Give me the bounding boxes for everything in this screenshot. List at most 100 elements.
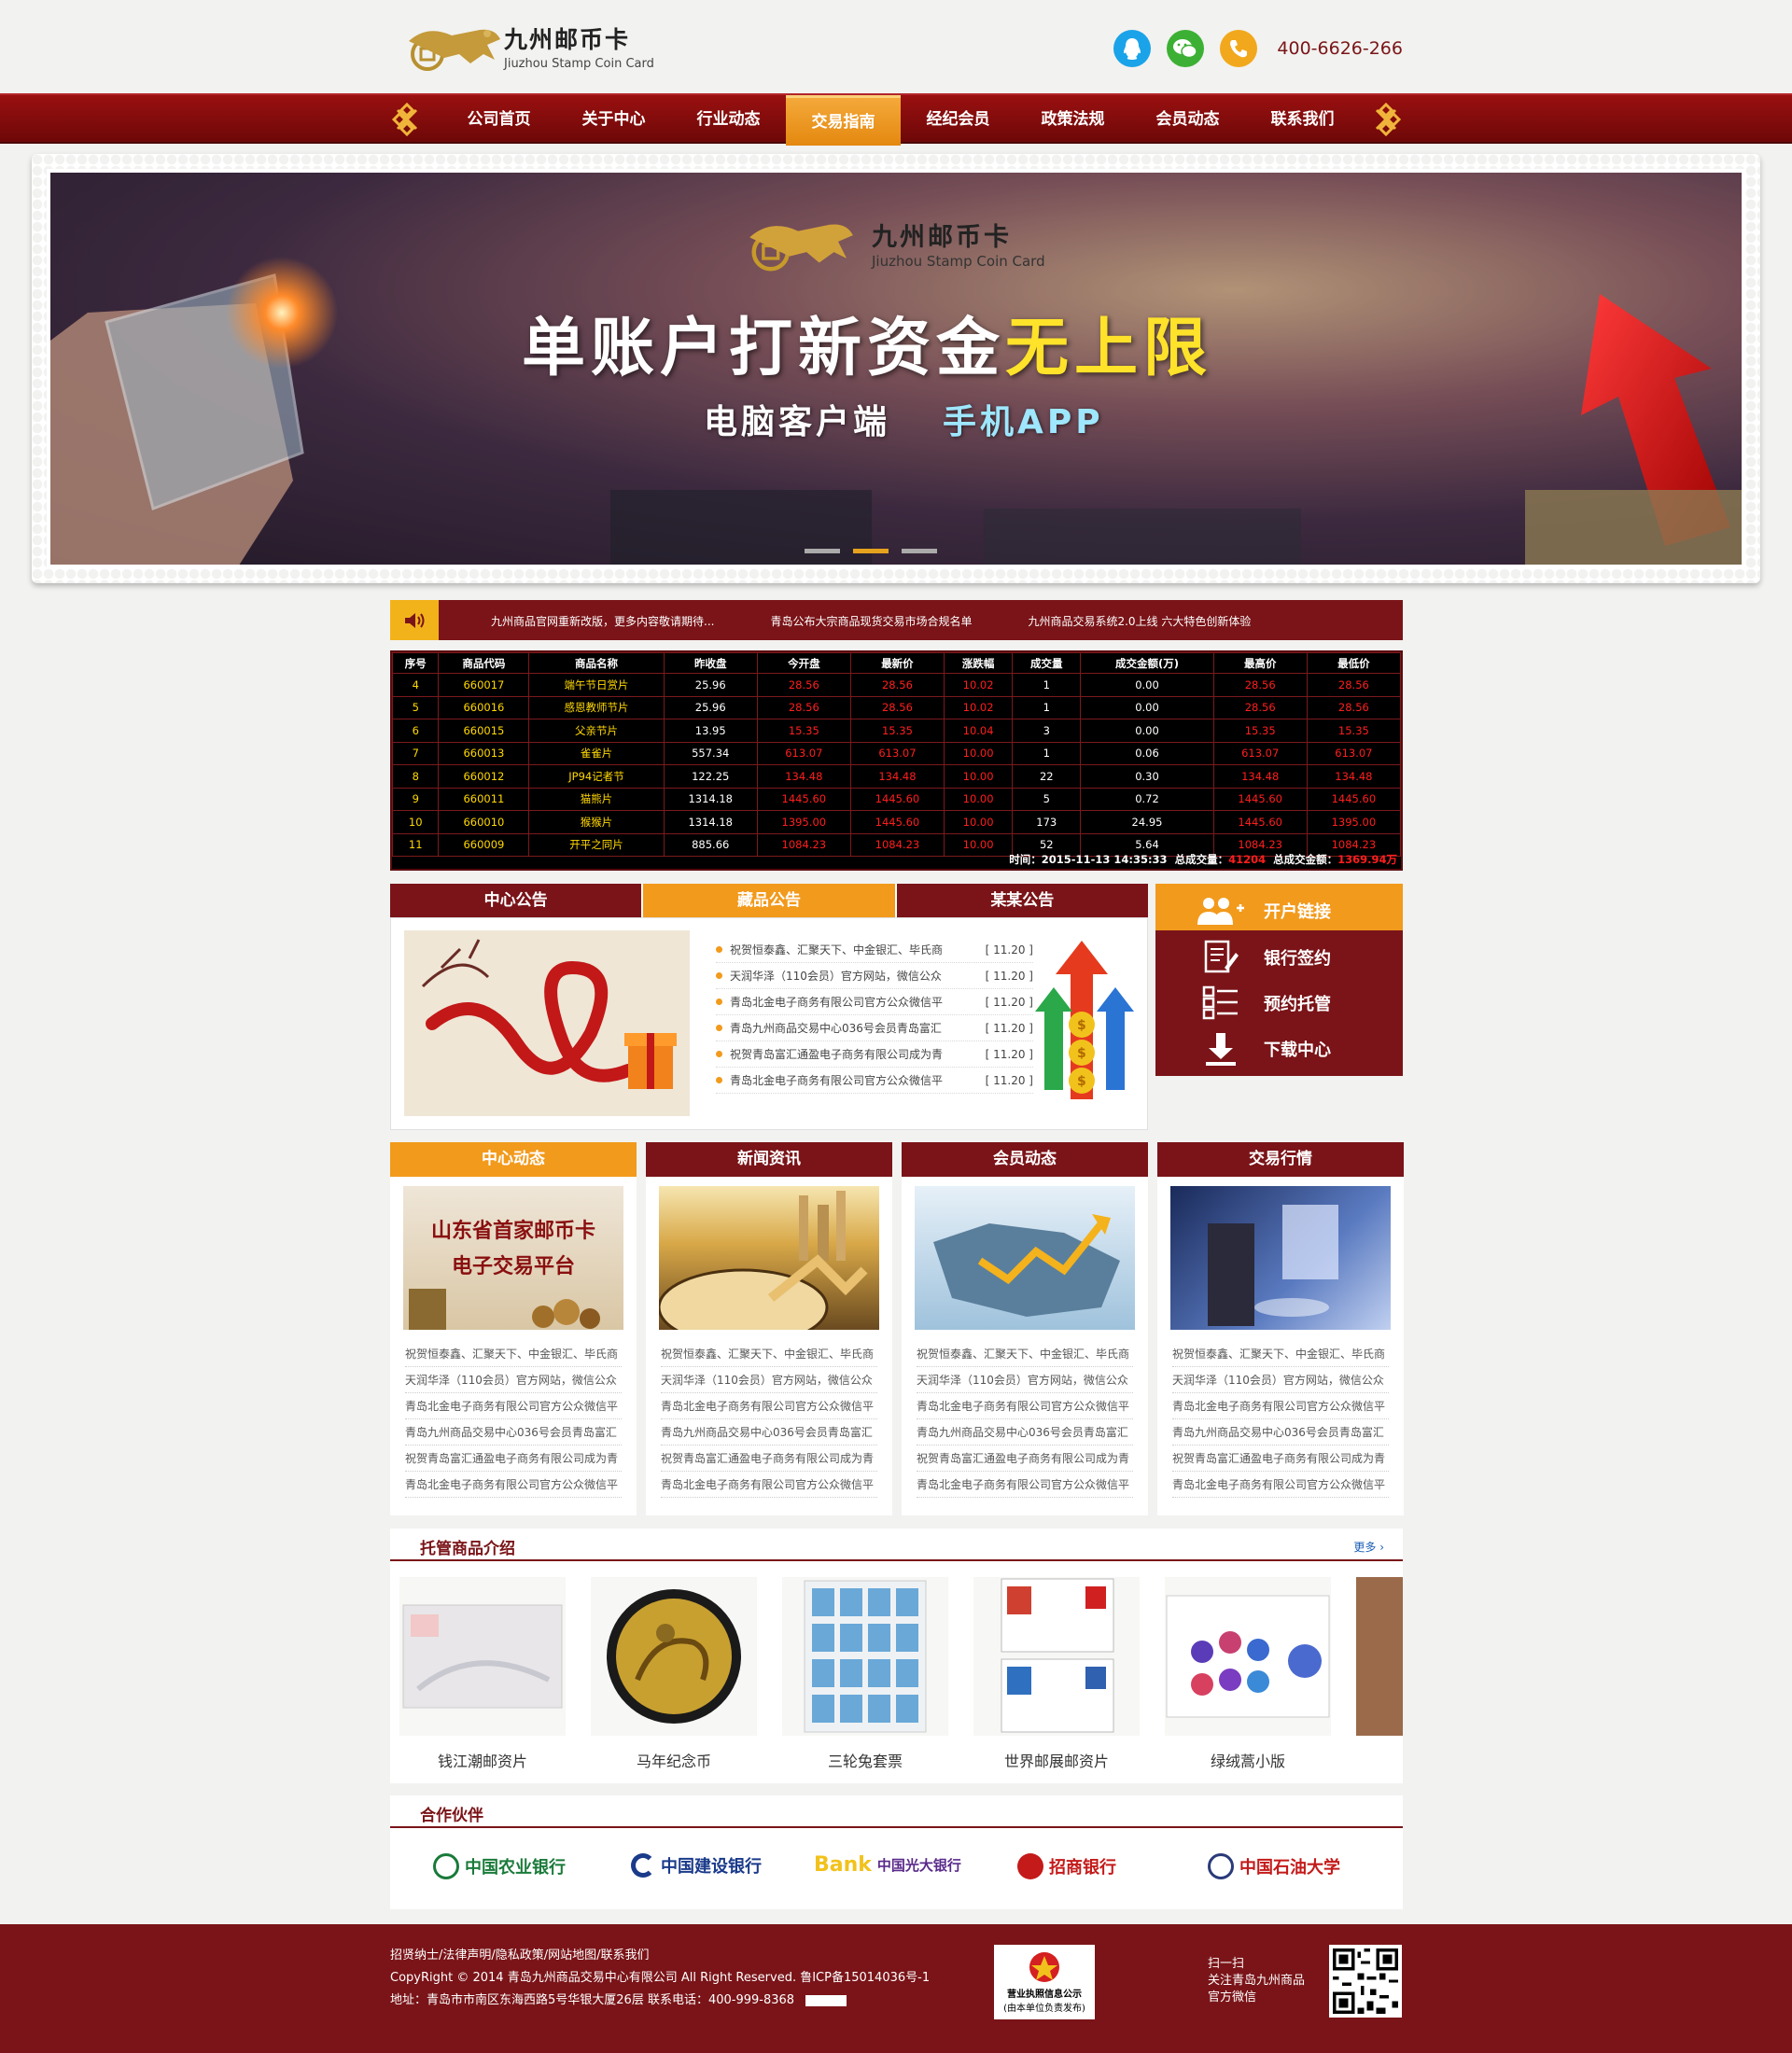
wechat-icon[interactable] xyxy=(1167,30,1205,67)
column-list-item[interactable]: 青岛九州商品交易中心036号会员青岛富汇 xyxy=(917,1419,1133,1445)
column-title[interactable]: 新闻资讯 xyxy=(646,1142,892,1177)
cnzz-badge-icon[interactable] xyxy=(805,1994,847,2006)
column-market: 交易行情 祝贺恒泰鑫、汇聚天下、中金银汇、毕氏商 天润华泽（110会员）官方网站，… xyxy=(1157,1142,1404,1515)
column-list-item[interactable]: 祝贺青岛富汇通盈电子商务有限公司成为青 xyxy=(917,1445,1133,1472)
column-list-item[interactable]: 天润华泽（110会员）官方网站，微信公众 xyxy=(405,1367,622,1393)
column-list-item[interactable]: 青岛北金电子商务有限公司官方公众微信平 xyxy=(405,1393,622,1419)
quote-row[interactable]: 8 660012 JP94记者节 122.25 134.48 134.48 10.00 22 0… xyxy=(391,764,1402,789)
product-image[interactable] xyxy=(591,1577,757,1736)
product-image[interactable] xyxy=(973,1577,1140,1736)
site-logo[interactable]: 九州邮币卡 Jiuzhou Stamp Coin Card xyxy=(390,17,654,75)
nav-item-3[interactable]: 交易指南 xyxy=(786,95,901,146)
nav-item-7[interactable]: 联系我们 xyxy=(1245,95,1360,146)
notice-item[interactable]: 青岛九州商品交易中心036号会员青岛富汇 [ 11.20 ] xyxy=(716,1015,1033,1041)
column-list-item[interactable]: 祝贺青岛富汇通盈电子商务有限公司成为青 xyxy=(405,1445,622,1472)
footer-links[interactable]: 招贤纳士/法律声明/隐私政策/网站地图/联系我们 xyxy=(390,1945,650,1962)
notice-item[interactable]: 祝贺恒泰鑫、汇聚天下、中金银汇、毕氏商 [ 11.20 ] xyxy=(716,937,1033,963)
column-list-item[interactable]: 祝贺恒泰鑫、汇聚天下、中金银汇、毕氏商 xyxy=(405,1341,622,1367)
quote-row[interactable]: 6 660015 父亲节片 13.95 15.35 15.35 10.04 3 0.00 15.3… xyxy=(391,719,1402,743)
quote-row[interactable]: 7 660013 雀雀片 557.34 613.07 613.07 10.00 1 0.06 61… xyxy=(391,741,1402,765)
notice-ribbon-image xyxy=(404,930,690,1116)
partner-logo-ceb[interactable]: Bank 中国光大银行 xyxy=(814,1853,961,1877)
partner-logo-cmb[interactable]: 招商银行 xyxy=(1017,1853,1116,1879)
nav-item-2[interactable]: 行业动态 xyxy=(671,95,786,146)
column-image[interactable] xyxy=(1170,1186,1391,1330)
users-add-icon xyxy=(1193,895,1249,927)
nav-item-1[interactable]: 关于中心 xyxy=(556,95,671,146)
product-name[interactable]: 马年纪念币 xyxy=(591,1749,757,1771)
column-list-item[interactable]: 青岛九州商品交易中心036号会员青岛富汇 xyxy=(405,1419,622,1445)
nav-item-0[interactable]: 公司首页 xyxy=(441,95,556,146)
quote-row[interactable]: 5 660016 感恩教师节片 25.96 28.56 28.56 10.02 1 0.00 28… xyxy=(391,695,1402,719)
cmb-bank-icon xyxy=(1017,1853,1043,1879)
quote-row[interactable]: 4 660017 端午节日赏片 25.96 28.56 28.56 10.02 1 0.00 28… xyxy=(391,673,1402,697)
column-image[interactable] xyxy=(659,1186,879,1330)
column-list-item[interactable]: 青岛北金电子商务有限公司官方公众微信平 xyxy=(405,1472,622,1498)
quick-link-button[interactable]: 下载中心 xyxy=(1155,1022,1403,1076)
ticker-item[interactable]: 青岛公布大宗商品现货交易市场合规名单 xyxy=(770,613,972,629)
quote-cell: 173 xyxy=(1012,810,1082,834)
column-list-item[interactable]: 青岛北金电子商务有限公司官方公众微信平 xyxy=(661,1472,877,1498)
column-list-item[interactable]: 天润华泽（110会员）官方网站，微信公众 xyxy=(917,1367,1133,1393)
column-list-item[interactable]: 青岛北金电子商务有限公司官方公众微信平 xyxy=(1172,1393,1389,1419)
column-list-item[interactable]: 祝贺青岛富汇通盈电子商务有限公司成为青 xyxy=(661,1445,877,1472)
products-title: 托管商品介绍 xyxy=(420,1540,515,1558)
product-name[interactable]: 钱江潮邮资片 xyxy=(399,1749,566,1771)
column-list-item[interactable]: 青岛北金电子商务有限公司官方公众微信平 xyxy=(917,1472,1133,1498)
carousel-dot-active[interactable] xyxy=(853,549,889,553)
partner-logo-abc[interactable]: 中国农业银行 xyxy=(433,1853,566,1879)
column-list-item[interactable]: 青岛北金电子商务有限公司官方公众微信平 xyxy=(1172,1472,1389,1498)
nav-item-4[interactable]: 经纪会员 xyxy=(901,95,1015,146)
notice-item[interactable]: 祝贺青岛富汇通盈电子商务有限公司成为青 [ 11.20 ] xyxy=(716,1041,1033,1068)
quote-row[interactable]: 10 660010 猴猴片 1314.18 1395.00 1445.60 10.00 173… xyxy=(391,810,1402,834)
product-name[interactable]: 三轮兔套票 xyxy=(782,1749,948,1771)
notice-body: 祝贺恒泰鑫、汇聚天下、中金银汇、毕氏商[ 11.20 ] 天润华泽（110会员）官… xyxy=(390,917,1148,1130)
product-image[interactable] xyxy=(399,1577,566,1736)
notice-tab-1[interactable]: 藏品公告 xyxy=(643,884,895,917)
column-list-item[interactable]: 青岛北金电子商务有限公司官方公众微信平 xyxy=(661,1393,877,1419)
product-name[interactable]: 绿绒蒿小版 xyxy=(1165,1749,1331,1771)
notice-tab-2[interactable]: 某某公告 xyxy=(896,884,1148,917)
notice-item-date: [ 11.20 ] xyxy=(985,1047,1033,1061)
business-license-badge[interactable]: 营业执照信息公示 (由本单位负责发布) xyxy=(994,1945,1095,2019)
nav-item-6[interactable]: 会员动态 xyxy=(1130,95,1245,146)
partner-logo-ccb[interactable]: 中国建设银行 xyxy=(631,1853,762,1878)
column-list-item[interactable]: 天润华泽（110会员）官方网站，微信公众 xyxy=(661,1367,877,1393)
column-image[interactable] xyxy=(915,1186,1135,1330)
column-list-item[interactable]: 青岛九州商品交易中心036号会员青岛富汇 xyxy=(661,1419,877,1445)
ticker-item[interactable]: 九州商品交易系统2.0上线 六大特色创新体验 xyxy=(1028,613,1251,629)
column-list-item[interactable]: 青岛九州商品交易中心036号会员青岛富汇 xyxy=(1172,1419,1389,1445)
column-image[interactable]: 山东省首家邮币卡 电子交易平台 xyxy=(403,1186,623,1330)
column-list-item[interactable]: 祝贺青岛富汇通盈电子商务有限公司成为青 xyxy=(1172,1445,1389,1472)
quote-row[interactable]: 9 660011 猫熊片 1314.18 1445.60 1445.60 10.00 5 0.7… xyxy=(391,787,1402,811)
carousel-dot[interactable] xyxy=(805,549,840,553)
product-name[interactable]: 世界邮展邮资片 xyxy=(973,1749,1140,1771)
column-list-item[interactable]: 祝贺恒泰鑫、汇聚天下、中金银汇、毕氏商 xyxy=(917,1341,1133,1367)
products-more-link[interactable]: 更多 › xyxy=(1353,1539,1384,1555)
column-list-item[interactable]: 祝贺恒泰鑫、汇聚天下、中金银汇、毕氏商 xyxy=(661,1341,877,1367)
partner-logo-upc[interactable]: 中国石油大学 xyxy=(1208,1853,1340,1879)
qq-icon[interactable] xyxy=(1113,30,1152,67)
qr-caption-line: 官方微信 xyxy=(1208,1990,1257,2004)
notice-item[interactable]: 天润华泽（110会员）官方网站，微信公众 [ 11.20 ] xyxy=(716,963,1033,989)
column-title[interactable]: 会员动态 xyxy=(902,1142,1148,1177)
hero-banner[interactable]: 九州邮币卡 Jiuzhou Stamp Coin Card 单账户打新资金无上限… xyxy=(32,154,1760,583)
quote-cell: 660011 xyxy=(438,787,530,811)
column-list-item[interactable]: 祝贺恒泰鑫、汇聚天下、中金银汇、毕氏商 xyxy=(1172,1341,1389,1367)
column-title[interactable]: 交易行情 xyxy=(1157,1142,1404,1177)
phone-icon[interactable] xyxy=(1220,30,1258,67)
product-image[interactable] xyxy=(1356,1577,1403,1736)
notice-item[interactable]: 青岛北金电子商务有限公司官方公众微信平 [ 11.20 ] xyxy=(716,989,1033,1015)
column-list-item[interactable]: 天润华泽（110会员）官方网站，微信公众 xyxy=(1172,1367,1389,1393)
carousel-dot[interactable] xyxy=(902,549,937,553)
product-image[interactable] xyxy=(1165,1577,1331,1736)
product-image[interactable] xyxy=(782,1577,948,1736)
ticker-item[interactable]: 九州商品官网重新改版，更多内容敬请期待... xyxy=(491,613,714,629)
column-title[interactable]: 中心动态 xyxy=(390,1142,637,1177)
notice-item[interactable]: 青岛北金电子商务有限公司官方公众微信平 [ 11.20 ] xyxy=(716,1068,1033,1094)
column-list-item[interactable]: 青岛北金电子商务有限公司官方公众微信平 xyxy=(917,1393,1133,1419)
nav-item-5[interactable]: 政策法规 xyxy=(1015,95,1130,146)
quote-cell: 134.48 xyxy=(849,764,945,789)
notice-tab-0[interactable]: 中心公告 xyxy=(390,884,642,917)
license-line-1: 营业执照信息公示 xyxy=(1007,1990,1082,2000)
